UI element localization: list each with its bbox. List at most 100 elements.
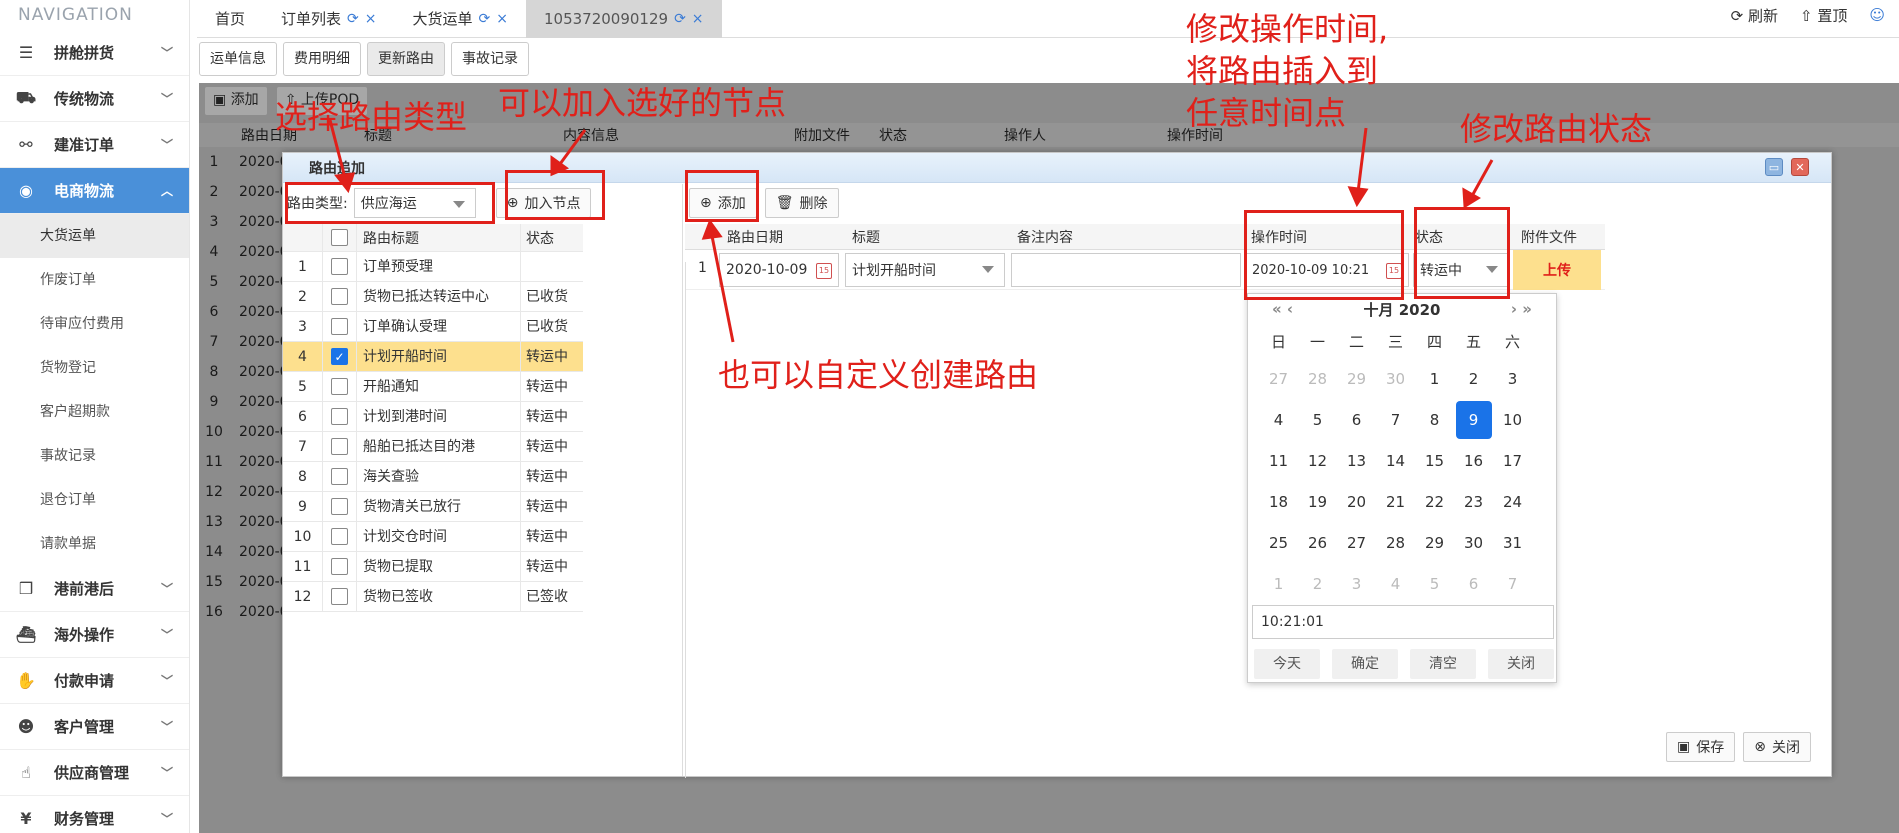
tab-home[interactable]: 首页 [197,0,263,38]
node-checkbox-cell[interactable] [323,282,357,311]
tab-fee-detail[interactable]: 费用明细 [283,42,361,76]
node-checkbox-cell[interactable] [323,552,357,581]
node-checkbox[interactable] [331,318,348,335]
node-checkbox[interactable] [331,408,348,425]
calendar-day[interactable]: 28 [1376,522,1415,563]
close-button[interactable]: ⊗ 关闭 [1743,732,1811,762]
node-row[interactable]: 3 订单确认受理 已收货 [283,312,583,342]
calendar-day[interactable]: 19 [1298,481,1337,522]
menu-item-suppliers[interactable]: ☝ 供应商管理 ﹀ [0,750,189,796]
node-checkbox-cell[interactable] [323,522,357,551]
node-checkbox[interactable] [331,588,348,605]
node-row[interactable]: 6 计划到港时间 转运中 [283,402,583,432]
tab-incident-record[interactable]: 事故记录 [451,42,529,76]
close-icon[interactable]: ✕ [1791,158,1809,176]
node-checkbox-cell[interactable] [323,252,357,281]
node-checkbox-cell[interactable] [323,432,357,461]
calendar-day[interactable]: 24 [1493,481,1532,522]
sub-item-void-orders[interactable]: 作废订单 [0,258,189,302]
node-checkbox-cell[interactable] [323,402,357,431]
calendar-day[interactable]: 30 [1376,358,1415,399]
remark-input[interactable] [1011,253,1241,287]
route-title-select[interactable]: 计划开船时间 [845,253,1005,287]
today-button[interactable]: 今天 [1254,649,1320,679]
prev-year-month-icon[interactable]: « ‹ [1272,300,1293,318]
calendar-day[interactable]: 30 [1454,522,1493,563]
node-checkbox[interactable] [331,558,348,575]
next-month-year-icon[interactable]: › » [1511,300,1532,318]
calendar-day[interactable]: 3 [1337,563,1376,604]
sub-item-bulk-waybill[interactable]: 大货运单 [0,214,189,258]
tab-waybill-info[interactable]: 运单信息 [199,42,277,76]
calendar-day[interactable]: 31 [1493,522,1532,563]
menu-item-payment[interactable]: ✋ 付款申请 ﹀ [0,658,189,704]
node-checkbox[interactable] [331,438,348,455]
calendar-day[interactable]: 21 [1376,481,1415,522]
menu-item-traditional[interactable]: ⛟ 传统物流 ﹀ [0,76,189,122]
node-row[interactable]: 10 计划交仓时间 转运中 [283,522,583,552]
refresh-icon[interactable]: ⟳ [674,0,686,38]
calendar-day[interactable]: 15 [1415,440,1454,481]
refresh-icon[interactable]: ⟳ [479,0,491,38]
menu-item-pincang[interactable]: ☰ 拼舱拼货 ﹀ [0,30,189,76]
calendar-day[interactable]: 25 [1259,522,1298,563]
calendar-day[interactable]: 16 [1454,440,1493,481]
calendar-day[interactable]: 12 [1298,440,1337,481]
tab-bulk-waybill[interactable]: 大货运单 ⟳ × [395,0,526,38]
calendar-day[interactable]: 1 [1415,358,1454,399]
calendar-day[interactable]: 29 [1415,522,1454,563]
select-all-checkbox[interactable] [331,229,348,246]
calendar-day[interactable]: 10 [1493,399,1532,440]
menu-item-ecommerce[interactable]: ◉ 电商物流 ︿ [0,168,189,214]
sub-item-payment-requests[interactable]: 请款单据 [0,522,189,566]
calendar-day[interactable]: 4 [1376,563,1415,604]
pin-top-button[interactable]: ⇧ 置顶 [1800,5,1847,26]
calendar-day[interactable]: 3 [1493,358,1532,399]
calendar-day[interactable]: 4 [1259,399,1298,440]
calendar-day[interactable]: 27 [1337,522,1376,563]
calendar-day[interactable]: 2 [1298,563,1337,604]
calendar-day[interactable]: 13 [1337,440,1376,481]
save-button[interactable]: ▣ 保存 [1666,732,1736,762]
calendar-day[interactable]: 6 [1454,563,1493,604]
node-checkbox[interactable] [331,528,348,545]
calendar-day[interactable]: 18 [1259,481,1298,522]
node-checkbox-cell[interactable]: ✓ [323,342,357,371]
node-row[interactable]: 7 船舶已抵达目的港 转运中 [283,432,583,462]
calendar-day[interactable]: 20 [1337,481,1376,522]
node-row[interactable]: 9 货物清关已放行 转运中 [283,492,583,522]
sub-item-overdue[interactable]: 客户超期款 [0,390,189,434]
node-checkbox[interactable] [331,288,348,305]
close-icon[interactable]: × [365,0,377,38]
node-row[interactable]: 8 海关查验 转运中 [283,462,583,492]
node-checkbox-cell[interactable] [323,312,357,341]
calendar-day[interactable]: 6 [1337,399,1376,440]
calendar-day[interactable]: 26 [1298,522,1337,563]
calendar-day[interactable]: 17 [1493,440,1532,481]
calendar-day[interactable]: 8 [1415,399,1454,440]
refresh-button[interactable]: ⟳ 刷新 [1731,5,1778,26]
delete-route-button[interactable]: 🗑 删除 [764,188,839,218]
maximize-icon[interactable]: ▭ [1765,158,1783,176]
header-checkbox[interactable] [323,224,357,251]
menu-item-finance[interactable]: ¥ 财务管理 ﹀ [0,796,189,833]
avatar-icon[interactable]: ☺ [1869,6,1885,24]
calendar-day[interactable]: 23 [1454,481,1493,522]
node-row[interactable]: 2 货物已抵达转运中心 已收货 [283,282,583,312]
calendar-day[interactable]: 11 [1259,440,1298,481]
node-checkbox[interactable] [331,498,348,515]
calendar-close-button[interactable]: 关闭 [1488,649,1554,679]
tab-waybill-detail[interactable]: 1053720090129 ⟳ × [525,0,722,38]
sub-item-incidents[interactable]: 事故记录 [0,434,189,478]
tab-order-list[interactable]: 订单列表 ⟳ × [263,0,394,38]
sub-item-payables[interactable]: 待审应付费用 [0,302,189,346]
calendar-icon[interactable]: 15 [816,263,832,279]
calendar-day[interactable]: 14 [1376,440,1415,481]
menu-item-customers[interactable]: ☻ 客户管理 ﹀ [0,704,189,750]
tab-update-route[interactable]: 更新路由 [367,42,445,76]
time-input[interactable]: 10:21:01 [1252,605,1554,639]
menu-item-orders[interactable]: ⚯ 建准订单 ﹀ [0,122,189,168]
calendar-day[interactable]: 9 [1454,399,1493,440]
calendar-day[interactable]: 1 [1259,563,1298,604]
close-icon[interactable]: × [496,0,508,38]
